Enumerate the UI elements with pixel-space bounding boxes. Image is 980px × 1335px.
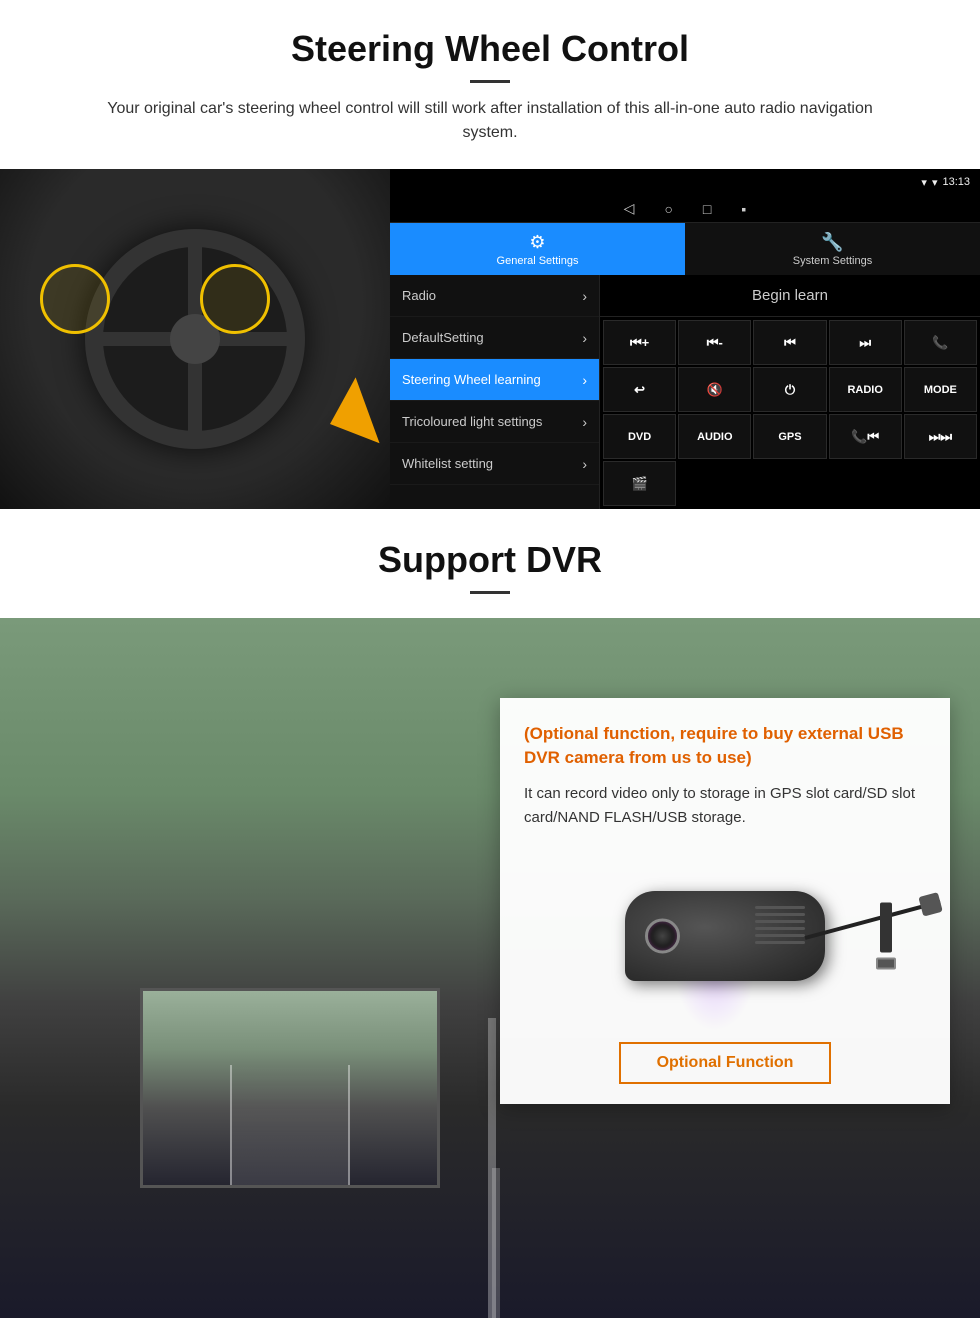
- menu-item-radio[interactable]: Radio ›: [390, 275, 599, 317]
- chevron-icon: ›: [582, 288, 587, 304]
- android-content: Radio › DefaultSetting › Steering Wheel …: [390, 275, 980, 509]
- recents-nav-icon[interactable]: □: [703, 201, 711, 217]
- menu-label-radio: Radio: [402, 288, 436, 303]
- dvr-cable: [804, 899, 940, 939]
- right-panel: Begin learn ⏮+ ⏮- ⏮ ⏭ 📞 ↩ 🔇 ⏻ R: [600, 275, 980, 509]
- ctrl-btn-radio[interactable]: RADIO: [829, 367, 902, 412]
- dvr-divider: [470, 591, 510, 594]
- ctrl-btn-phone-prev[interactable]: 📞⏮: [829, 414, 902, 459]
- dvr-device-area: [524, 846, 926, 1026]
- section-header-steering: Steering Wheel Control Your original car…: [0, 0, 980, 155]
- dvr-card-body: It can record video only to storage in G…: [524, 782, 926, 830]
- begin-learn-row: Begin learn: [600, 275, 980, 317]
- gear-icon: ⚙: [529, 232, 545, 253]
- menu-item-whitelist[interactable]: Whitelist setting ›: [390, 443, 599, 485]
- ctrl-btn-vol-minus[interactable]: ⏮-: [678, 320, 751, 365]
- section-subtitle: Your original car's steering wheel contr…: [80, 97, 900, 145]
- status-time: 13:13: [942, 176, 970, 188]
- steering-demo: ▾ ▾ 13:13 ◁ ○ □ ▪ ⚙ General Settings 🔧: [0, 169, 980, 509]
- begin-learn-button[interactable]: Begin learn: [752, 287, 828, 304]
- chevron-icon-4: ›: [582, 414, 587, 430]
- tab-system-settings[interactable]: 🔧 System Settings: [685, 223, 980, 275]
- optional-btn-wrapper: Optional Function: [524, 1042, 926, 1084]
- dvr-title: Support DVR: [40, 539, 940, 581]
- steering-wheel: [85, 229, 305, 449]
- dvr-background: (Optional function, require to buy exter…: [0, 618, 980, 1318]
- ctrl-btn-next2[interactable]: ⏭⏭: [904, 414, 977, 459]
- menu-nav-icon[interactable]: ▪: [741, 201, 746, 217]
- ctrl-btn-next[interactable]: ⏭: [829, 320, 902, 365]
- system-icon: 🔧: [821, 232, 843, 253]
- menu-item-defaultsetting[interactable]: DefaultSetting ›: [390, 317, 599, 359]
- menu-label-steering: Steering Wheel learning: [402, 372, 541, 387]
- ctrl-btn-power[interactable]: ⏻: [753, 367, 826, 412]
- chevron-icon-3: ›: [582, 372, 587, 388]
- status-bar: ▾ ▾ 13:13: [390, 169, 980, 195]
- dvr-device: [625, 891, 825, 981]
- section-dvr: Support DVR (Optional function, require …: [0, 509, 980, 1318]
- page-title: Steering Wheel Control: [40, 28, 940, 70]
- menu-panel: Radio › DefaultSetting › Steering Wheel …: [390, 275, 600, 509]
- menu-label-whitelist: Whitelist setting: [402, 456, 493, 471]
- ctrl-btn-vol-plus[interactable]: ⏮+: [603, 320, 676, 365]
- wifi-icon: ▾: [932, 176, 938, 189]
- android-nav-bar: ◁ ○ □ ▪: [390, 195, 980, 223]
- tab-general-label: General Settings: [497, 255, 579, 267]
- dvr-card-title: (Optional function, require to buy exter…: [524, 722, 926, 770]
- home-nav-icon[interactable]: ○: [664, 201, 672, 217]
- ctrl-btn-dvd[interactable]: DVD: [603, 414, 676, 459]
- steering-wheel-photo: [0, 169, 390, 509]
- yellow-arrow: [280, 377, 379, 470]
- menu-label-tricoloured: Tricoloured light settings: [402, 414, 542, 429]
- title-divider: [470, 80, 510, 83]
- highlight-left: [40, 264, 110, 334]
- ctrl-btn-mode[interactable]: MODE: [904, 367, 977, 412]
- ctrl-btn-extra[interactable]: 🎬: [603, 461, 676, 506]
- dvr-info-card: (Optional function, require to buy exter…: [500, 698, 950, 1104]
- section-steering: Steering Wheel Control Your original car…: [0, 0, 980, 509]
- back-nav-icon[interactable]: ◁: [624, 200, 635, 217]
- menu-item-tricoloured[interactable]: Tricoloured light settings ›: [390, 401, 599, 443]
- optional-function-button[interactable]: Optional Function: [619, 1042, 832, 1084]
- ctrl-btn-prev[interactable]: ⏮: [753, 320, 826, 365]
- ctrl-btn-mute[interactable]: 🔇: [678, 367, 751, 412]
- control-button-grid: ⏮+ ⏮- ⏮ ⏭ 📞 ↩ 🔇 ⏻ RADIO MODE DVD AUDIO: [600, 317, 980, 509]
- android-screen: ▾ ▾ 13:13 ◁ ○ □ ▪ ⚙ General Settings 🔧: [390, 169, 980, 509]
- chevron-icon-5: ›: [582, 456, 587, 472]
- menu-label-default: DefaultSetting: [402, 330, 484, 345]
- ctrl-btn-back[interactable]: ↩: [603, 367, 676, 412]
- ctrl-btn-audio[interactable]: AUDIO: [678, 414, 751, 459]
- menu-item-steering-wheel[interactable]: Steering Wheel learning ›: [390, 359, 599, 401]
- tab-system-label: System Settings: [793, 255, 872, 267]
- dvr-lens: [645, 918, 680, 953]
- dvr-header: Support DVR: [0, 509, 980, 618]
- signal-icon: ▾: [921, 176, 927, 189]
- camera-preview-inset: [140, 988, 440, 1188]
- android-tab-bar: ⚙ General Settings 🔧 System Settings: [390, 223, 980, 275]
- ctrl-btn-gps[interactable]: GPS: [753, 414, 826, 459]
- highlight-right: [200, 264, 270, 334]
- chevron-icon-2: ›: [582, 330, 587, 346]
- status-icons: ▾ ▾ 13:13: [921, 176, 970, 189]
- tab-general-settings[interactable]: ⚙ General Settings: [390, 223, 685, 275]
- ctrl-btn-phone[interactable]: 📞: [904, 320, 977, 365]
